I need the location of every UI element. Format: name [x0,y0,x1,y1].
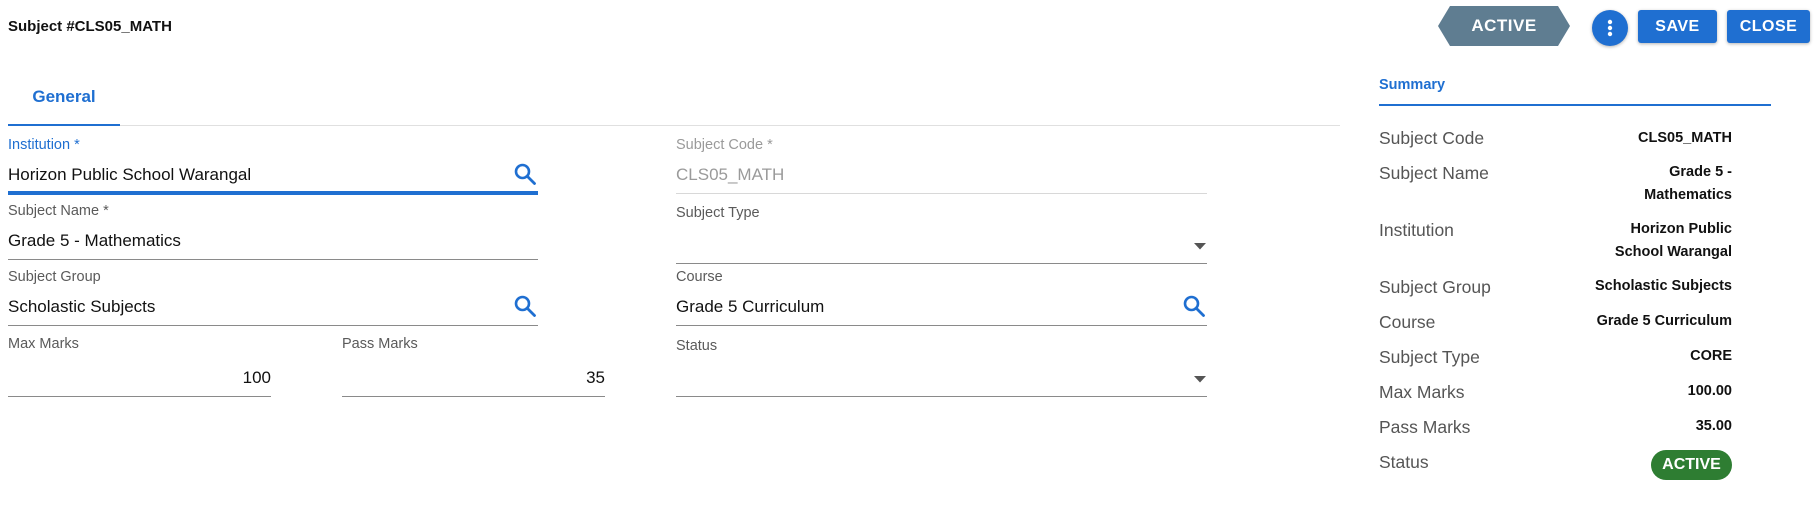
subject-group-input[interactable]: Scholastic Subjects [8,297,155,317]
page-title: Subject #CLS05_MATH [8,18,172,35]
institution-underline [8,191,538,195]
dropdown-caret-icon[interactable] [1193,241,1207,251]
tab-general[interactable]: General [8,70,120,126]
summary-value-subject-type: CORE [1690,348,1732,364]
summary-value-subject-code: CLS05_MATH [1638,130,1732,146]
summary-value-subject-name-line2: Mathematics [1644,187,1732,203]
subject-code-label: Subject Code * [676,137,773,153]
summary-label-subject-type: Subject Type [1379,347,1480,367]
summary-value-institution: Horizon Public School Warangal [1615,218,1732,264]
search-icon [514,295,536,317]
summary-label-max-marks: Max Marks [1379,382,1465,402]
summary-label-subject-code: Subject Code [1379,128,1485,148]
summary-value-subject-name-line1: Grade 5 - [1669,164,1732,180]
subject-name-field[interactable]: Subject Name * Grade 5 - Mathematics [8,203,538,265]
status-underline [676,396,1207,397]
course-input[interactable]: Grade 5 Curriculum [676,297,824,317]
course-field[interactable]: Course Grade 5 Curriculum [676,269,1207,331]
status-badge: ACTIVE [1651,450,1732,480]
summary-label-course: Course [1379,312,1436,332]
summary-label-pass-marks: Pass Marks [1379,417,1471,437]
search-icon [514,163,536,185]
subject-group-label: Subject Group [8,269,101,285]
status-ribbon: ACTIVE [1438,6,1570,46]
subject-code-input: CLS05_MATH [676,165,785,184]
save-button[interactable]: SAVE [1638,10,1717,43]
dropdown-caret-icon[interactable] [1193,374,1207,384]
course-underline [676,325,1207,326]
course-search-button[interactable] [1181,293,1207,319]
max-marks-underline [8,396,271,397]
summary-label-subject-name: Subject Name [1379,163,1489,183]
summary-value-max-marks: 100.00 [1687,383,1732,399]
summary-value-institution-line2: School Warangal [1614,244,1732,260]
summary-title: Summary [1379,77,1446,93]
pass-marks-input[interactable]: 35 [586,368,605,388]
subject-type-underline [676,263,1207,264]
max-marks-input[interactable]: 100 [243,368,271,388]
summary-value-subject-name: Grade 5 - Mathematics [1644,161,1732,207]
subject-name-underline [8,259,538,260]
status-label: Status [676,338,718,354]
subject-group-underline [8,325,538,326]
subject-name-input[interactable]: Grade 5 - Mathematics [8,231,181,251]
institution-label: Institution * [8,137,80,153]
pass-marks-label: Pass Marks [342,336,418,352]
summary-value-pass-marks: 35.00 [1695,418,1732,434]
pass-marks-underline [342,396,605,397]
subject-code-field: Subject Code * CLS05_MATH [676,137,1207,199]
summary-value-institution-line1: Horizon Public [1630,221,1733,237]
subject-name-label: Subject Name * [8,203,109,219]
pass-marks-field[interactable]: Pass Marks 35 [342,336,605,398]
summary-underline [1379,104,1771,106]
subject-code-underline [676,193,1207,194]
status-field[interactable]: Status [676,338,1207,398]
subject-type-field[interactable]: Subject Type [676,205,1207,265]
institution-search-button[interactable] [512,161,538,187]
more-vertical-icon [1607,19,1613,37]
max-marks-label: Max Marks [8,336,79,352]
summary-label-subject-group: Subject Group [1379,277,1491,297]
summary-label-status: Status [1379,452,1429,472]
summary-value-subject-group: Scholastic Subjects [1595,278,1732,294]
institution-input[interactable]: Horizon Public School Warangal [8,165,251,185]
more-options-button[interactable] [1592,10,1628,46]
institution-field[interactable]: Institution * Horizon Public School Wara… [8,137,538,199]
close-button[interactable]: CLOSE [1727,10,1810,43]
course-label: Course [676,269,723,285]
subject-type-label: Subject Type [676,205,760,221]
subject-group-field[interactable]: Subject Group Scholastic Subjects [8,269,538,331]
max-marks-field[interactable]: Max Marks 100 [8,336,271,398]
subject-group-search-button[interactable] [512,293,538,319]
summary-value-course: Grade 5 Curriculum [1596,313,1732,329]
search-icon [1183,295,1205,317]
summary-label-institution: Institution [1379,220,1454,240]
tab-bar: General [8,70,1340,126]
